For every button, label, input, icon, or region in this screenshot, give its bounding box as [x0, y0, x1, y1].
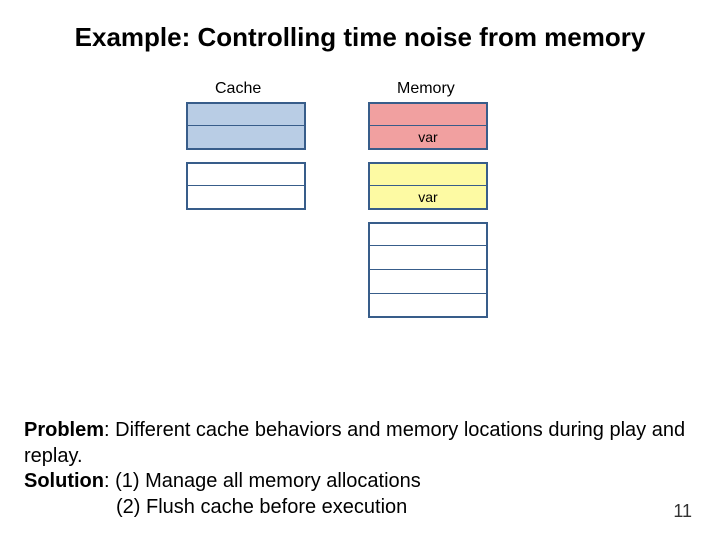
solution-1-text: : (1) Manage all memory allocations	[104, 470, 421, 492]
memory-cell: var	[368, 126, 488, 150]
memory-cell	[368, 294, 488, 318]
body-text: Problem: Different cache behaviors and m…	[24, 418, 696, 520]
cache-column-label: Cache	[215, 80, 261, 98]
cache-box	[186, 102, 306, 210]
cache-cell	[186, 186, 306, 210]
cache-cell	[186, 102, 306, 126]
memory-column-label: Memory	[397, 80, 455, 98]
memory-cell: var	[368, 186, 488, 210]
problem-text: : Different cache behaviors and memory l…	[24, 419, 685, 467]
solution-line-1: Solution: (1) Manage all memory allocati…	[24, 470, 421, 492]
cache-cell	[186, 126, 306, 150]
spacer	[368, 210, 488, 222]
memory-cell	[368, 222, 488, 246]
memory-box: var var	[368, 102, 488, 318]
solution-line-2: (2) Flush cache before execution	[24, 495, 696, 521]
problem-label: Problem	[24, 419, 104, 441]
memory-cell	[368, 246, 488, 270]
spacer	[368, 150, 488, 162]
slide: Example: Controlling time noise from mem…	[0, 0, 720, 540]
memory-cell	[368, 270, 488, 294]
problem-line: Problem: Different cache behaviors and m…	[24, 419, 685, 467]
cache-cell	[186, 162, 306, 186]
memory-cell	[368, 102, 488, 126]
memory-cell	[368, 162, 488, 186]
spacer	[186, 150, 306, 162]
solution-label: Solution	[24, 470, 104, 492]
page-title: Example: Controlling time noise from mem…	[0, 22, 720, 53]
page-number: 11	[673, 501, 692, 522]
